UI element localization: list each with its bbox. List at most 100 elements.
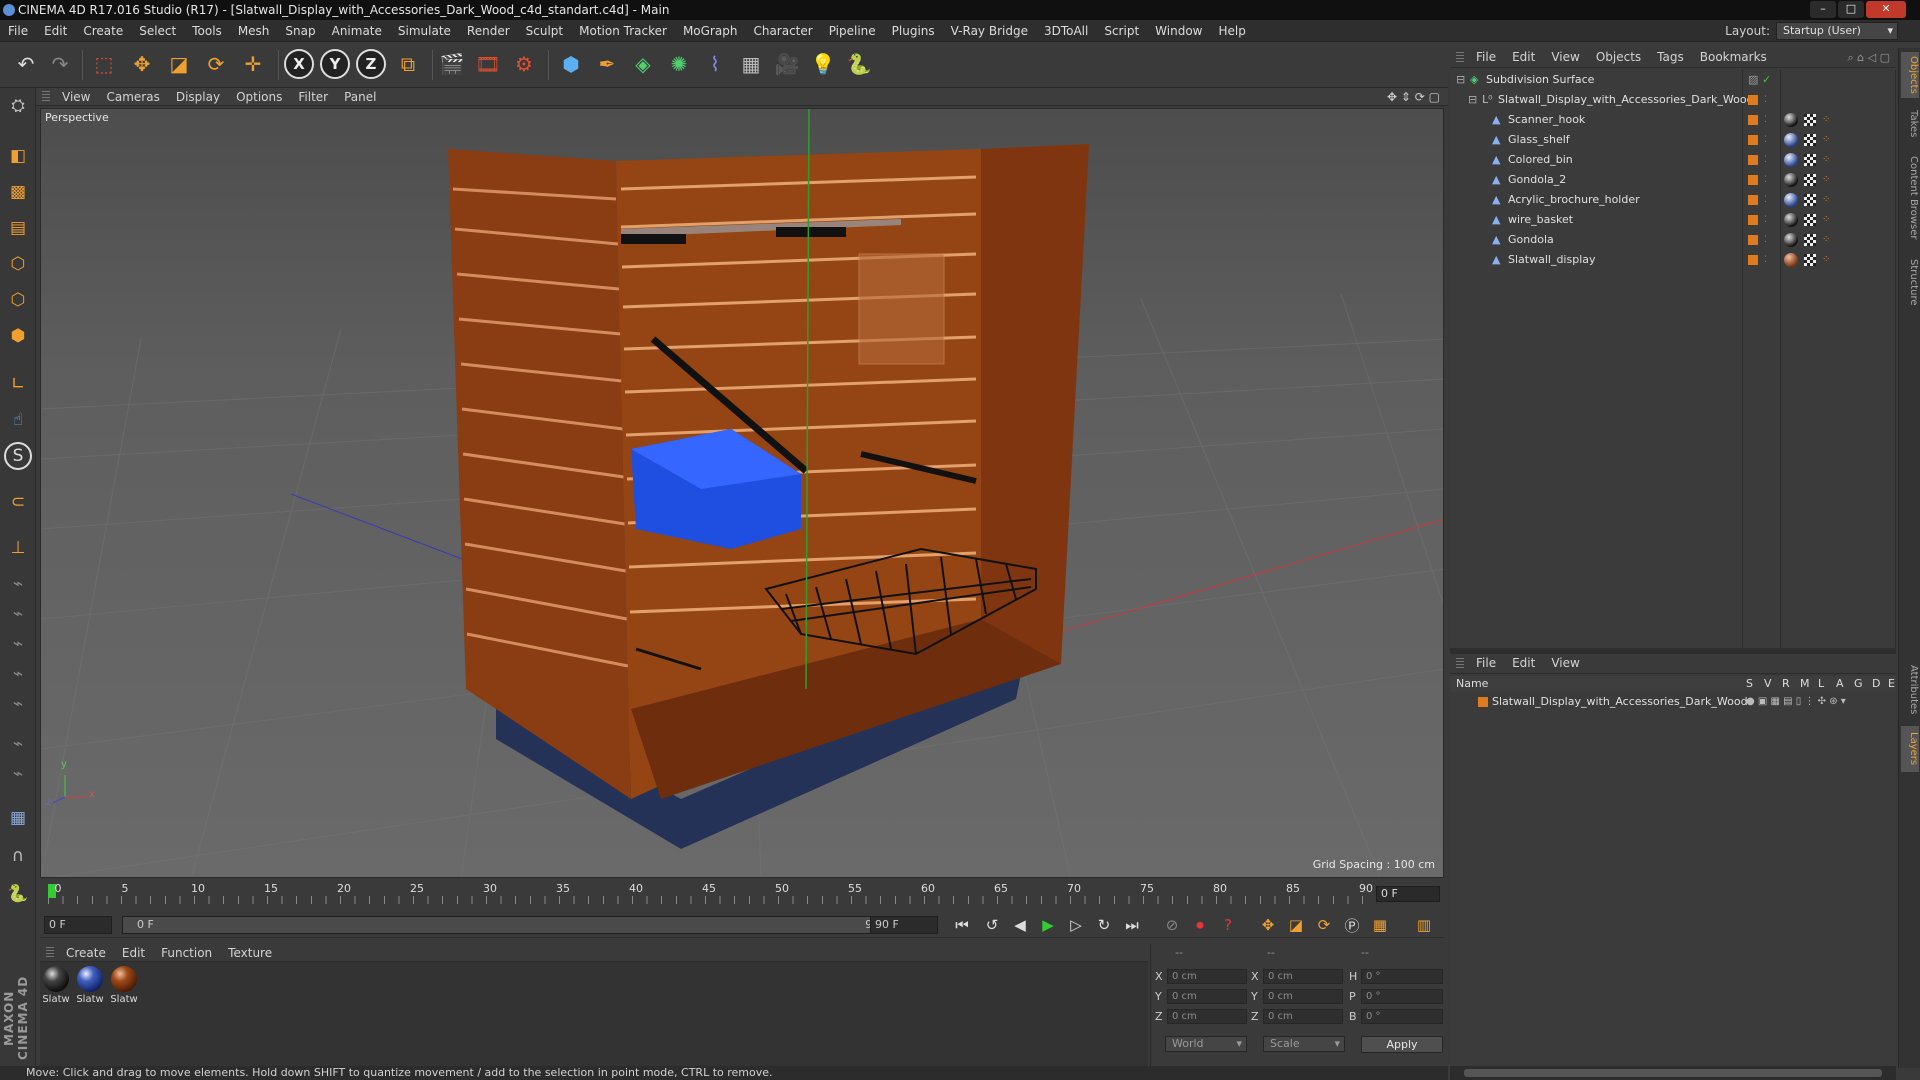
texture-tag-icon[interactable] (1804, 254, 1816, 266)
material-item[interactable]: Slatw (42, 966, 70, 1005)
collapse-icon[interactable]: ⊟ (1468, 90, 1477, 110)
om-menu-edit[interactable]: Edit (1504, 48, 1543, 66)
brush-icon-6[interactable]: ⌁ (4, 730, 32, 758)
rotate-tool-icon[interactable]: ⟳ (200, 48, 232, 80)
menu-mesh[interactable]: Mesh (230, 20, 278, 42)
close-button[interactable]: ✕ (1866, 1, 1906, 18)
material-menu-create[interactable]: Create (58, 944, 114, 962)
play-icon[interactable]: ▶ (1036, 914, 1060, 936)
menu-edit[interactable]: Edit (36, 20, 75, 42)
go-to-start-icon[interactable]: ⏮ (950, 914, 974, 936)
brush-icon-1[interactable]: ⌁ (4, 570, 32, 598)
layer-color-icon[interactable] (1748, 135, 1758, 145)
material-menu-edit[interactable]: Edit (114, 944, 153, 962)
visibility-dots-icon[interactable]: ⁚ (1764, 250, 1767, 270)
layer-color-icon[interactable] (1748, 115, 1758, 125)
move-tool-icon[interactable]: ✥ (126, 48, 158, 80)
key-pla-icon[interactable]: ▦ (1368, 914, 1392, 936)
visibility-dots-icon[interactable]: ⁚ (1764, 110, 1767, 130)
rot-p-field[interactable]: 0 ° (1361, 989, 1443, 1004)
transform-tool-icon[interactable]: ✛ (237, 48, 269, 80)
viewport-menu-cameras[interactable]: Cameras (98, 88, 167, 106)
minimize-button[interactable]: – (1810, 1, 1836, 18)
camera-icon[interactable]: 🎥 (771, 48, 803, 80)
visibility-dots-icon[interactable]: ⁚ (1764, 190, 1767, 210)
menu-render[interactable]: Render (459, 20, 518, 42)
viewport-menu-panel[interactable]: Panel (336, 88, 384, 106)
layer-color-icon[interactable] (1748, 255, 1758, 265)
object-row-child[interactable]: ▲ Glass_shelf ⁚ ⁘ (1450, 130, 1896, 150)
layer-color-icon[interactable] (1748, 155, 1758, 165)
apply-button[interactable]: Apply (1361, 1036, 1443, 1053)
material-item[interactable]: Slatw (110, 966, 138, 1005)
texture-mode-icon[interactable]: ▩ (4, 178, 32, 206)
coordinate-system-icon[interactable]: ⧉ (392, 48, 424, 80)
size-z-field[interactable]: 0 cm (1263, 1009, 1343, 1024)
key-scale-icon[interactable]: ◪ (1284, 914, 1308, 936)
lm-menu-file[interactable]: File (1468, 654, 1504, 672)
menu-character[interactable]: Character (745, 20, 820, 42)
menu-sculpt[interactable]: Sculpt (518, 20, 571, 42)
polygons-mode-icon[interactable]: ⬢ (4, 322, 32, 350)
collapse-icon[interactable]: ⊟ (1456, 70, 1465, 90)
om-menu-bookmarks[interactable]: Bookmarks (1692, 48, 1775, 66)
tweak-mode-icon[interactable]: ☝ (4, 406, 32, 434)
size-mode-select[interactable]: Scale ▾ (1263, 1036, 1345, 1052)
menu-simulate[interactable]: Simulate (390, 20, 459, 42)
material-tag-icon[interactable] (1784, 113, 1798, 127)
object-row-child[interactable]: ▲ Scanner_hook ⁚ ⁘ (1450, 110, 1896, 130)
menu-file[interactable]: File (0, 20, 36, 42)
auto-key-icon[interactable]: ? (1216, 914, 1240, 936)
brush-icon-2[interactable]: ⌁ (4, 600, 32, 628)
make-editable-icon[interactable]: ⛭ (4, 92, 32, 120)
menu-window[interactable]: Window (1147, 20, 1210, 42)
record-icon[interactable]: ⏺ (1188, 914, 1212, 936)
enabled-check-icon[interactable]: ✓ (1762, 70, 1771, 90)
menu-create[interactable]: Create (75, 20, 131, 42)
menu-tools[interactable]: Tools (184, 20, 230, 42)
layout-select[interactable]: Startup (User) ▾ (1776, 22, 1898, 40)
menu-mograph[interactable]: MoGraph (675, 20, 746, 42)
magnet-icon[interactable]: ⊂ (4, 488, 32, 516)
visibility-dots-icon[interactable]: ⁚ (1764, 130, 1767, 150)
visibility-dots-icon[interactable]: ⁚ (1764, 170, 1767, 190)
texture-tag-icon[interactable] (1804, 154, 1816, 166)
rot-b-field[interactable]: 0 ° (1361, 1009, 1443, 1024)
menu-vray-bridge[interactable]: V-Ray Bridge (943, 20, 1036, 42)
cloner-icon[interactable]: ✺ (663, 48, 695, 80)
brush-icon-5[interactable]: ⌁ (4, 690, 32, 718)
texture-tag-icon[interactable] (1804, 174, 1816, 186)
layer-color-icon[interactable] (1748, 195, 1758, 205)
maximize-button[interactable]: □ (1838, 1, 1864, 18)
floor-icon[interactable]: ▦ (735, 48, 767, 80)
visibility-dots-icon[interactable]: ⁚ (1764, 90, 1767, 110)
undo-icon[interactable]: ↶ (10, 48, 42, 80)
om-menu-objects[interactable]: Objects (1588, 48, 1649, 66)
texture-tag-icon[interactable] (1804, 194, 1816, 206)
light-icon[interactable]: 💡 (807, 48, 839, 80)
render-picture-viewer-icon[interactable]: 🎞 (472, 48, 504, 80)
object-row-child[interactable]: ▲ wire_basket ⁚ ⁘ (1450, 210, 1896, 230)
viewport-menu-options[interactable]: Options (228, 88, 290, 106)
layer-color-icon[interactable] (1748, 175, 1758, 185)
live-selection-icon[interactable]: ⬚ (88, 48, 120, 80)
visibility-dots-icon[interactable]: ⁚ (1764, 150, 1767, 170)
go-to-end-icon[interactable]: ⏭ (1120, 914, 1144, 936)
material-menu-function[interactable]: Function (153, 944, 220, 962)
render-view-icon[interactable]: 🎬 (436, 48, 468, 80)
layer-toggle-icon[interactable]: ▨ (1748, 70, 1758, 90)
scale-tool-icon[interactable]: ◪ (163, 48, 195, 80)
menu-pipeline[interactable]: Pipeline (821, 20, 884, 42)
material-tag-icon[interactable] (1784, 153, 1798, 167)
axis-mode-icon[interactable]: ∟ (4, 370, 32, 398)
lm-menu-edit[interactable]: Edit (1504, 654, 1543, 672)
redo-icon[interactable]: ↷ (44, 48, 76, 80)
visibility-dots-icon[interactable]: ⁚ (1764, 210, 1767, 230)
material-tag-icon[interactable] (1784, 173, 1798, 187)
size-x-field[interactable]: 0 cm (1263, 969, 1343, 984)
phong-tag-icon[interactable]: ⁘ (1822, 250, 1830, 270)
menu-script[interactable]: Script (1096, 20, 1147, 42)
python-icon[interactable]: 🐍 (843, 48, 875, 80)
texture-tag-icon[interactable] (1804, 114, 1816, 126)
y-axis-lock-button[interactable]: Y (320, 49, 350, 79)
